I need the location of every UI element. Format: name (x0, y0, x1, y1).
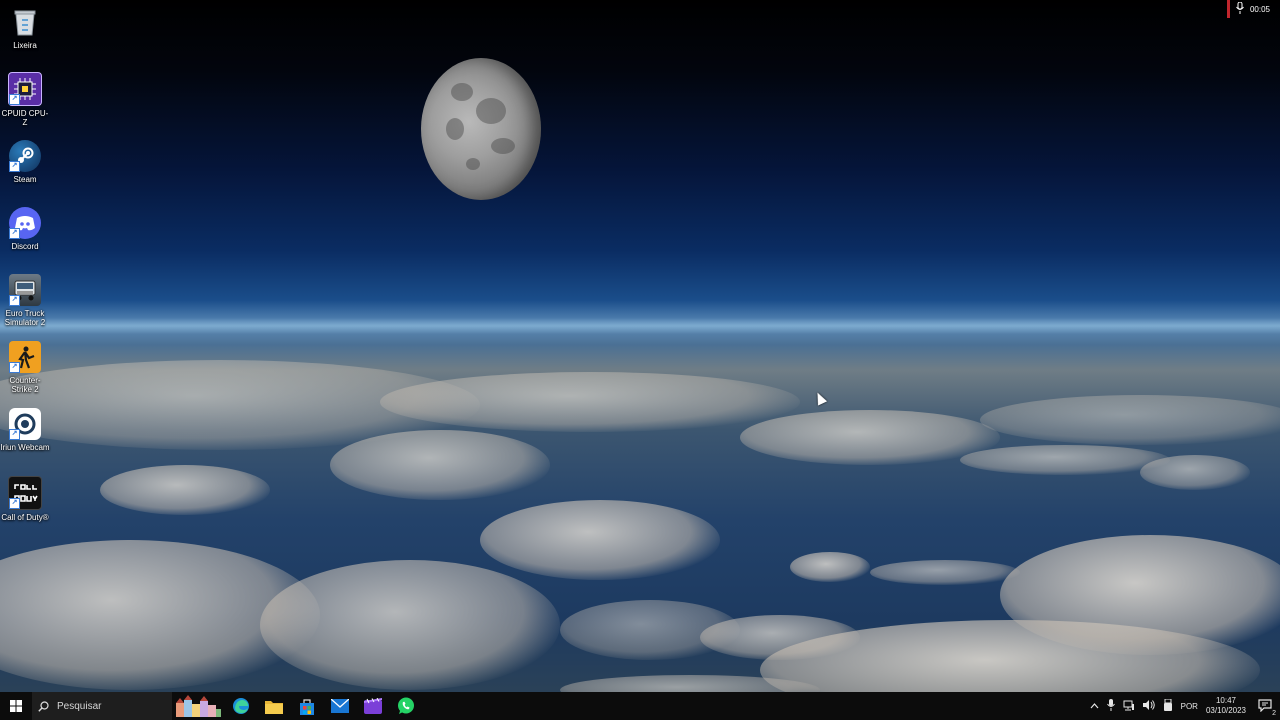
microphone-icon (1236, 1, 1244, 16)
clock-date: 03/10/2023 (1205, 706, 1246, 715)
tray-volume[interactable] (1142, 700, 1155, 712)
search-highlight-button[interactable] (172, 692, 224, 720)
recycle-bin-icon (9, 6, 41, 38)
taskbar-file-explorer[interactable] (257, 692, 290, 720)
discord-icon: ↗ (9, 207, 41, 239)
desktop-icon-steam[interactable]: ↗ Steam (0, 140, 50, 184)
iriun-webcam-icon: ↗ (9, 408, 41, 440)
search-icon (38, 700, 49, 712)
microphone-icon (1106, 699, 1115, 711)
desktop-icon-call-of-duty[interactable]: ↗ Call of Duty® (0, 476, 50, 522)
desktop-icon-counter-strike[interactable]: ↗ Counter-Strike 2 (0, 341, 50, 394)
input-language[interactable]: POR (1181, 702, 1198, 711)
desktop-icon-label: Lixeira (13, 41, 37, 50)
notification-icon (1258, 698, 1272, 712)
taskbar-mail[interactable] (323, 692, 356, 720)
taskbar-whatsapp[interactable] (389, 692, 422, 720)
tray-network[interactable] (1123, 700, 1135, 713)
shortcut-arrow-icon: ↗ (9, 161, 20, 172)
shortcut-arrow-icon: ↗ (9, 429, 20, 440)
taskbar-edge[interactable] (224, 692, 257, 720)
file-explorer-icon (264, 700, 283, 714)
start-button[interactable] (0, 692, 32, 720)
tray-usb[interactable] (1163, 698, 1173, 713)
mouse-pointer-icon (812, 390, 828, 406)
horizon-glow (0, 318, 1280, 334)
notification-badge: 2 (1271, 709, 1277, 717)
recording-indicator: 00:05 (1226, 0, 1280, 18)
show-hidden-icons-button[interactable] (1090, 702, 1099, 711)
desktop-icon-label: CPUID CPU-Z (1, 109, 49, 127)
system-tray: POR 10:47 03/10/2023 2 (1090, 692, 1280, 720)
shortcut-arrow-icon: ↗ (9, 295, 20, 306)
counter-strike-icon: ↗ (9, 341, 41, 373)
shortcut-arrow-icon: ↗ (9, 228, 20, 239)
desktop-icon-recycle-bin[interactable]: Lixeira (0, 6, 50, 50)
clock[interactable]: 10:47 03/10/2023 (1206, 696, 1246, 716)
notification-center-button[interactable]: 2 (1258, 698, 1277, 717)
desktop-icon-discord[interactable]: ↗ Discord (0, 207, 50, 251)
whatsapp-icon (397, 697, 414, 714)
desktop-icon-label: Iriun Webcam (0, 443, 50, 452)
steam-icon: ↗ (9, 140, 41, 172)
desktop-icon-iriun-webcam[interactable]: ↗ Iriun Webcam (0, 408, 50, 452)
tray-microphone[interactable] (1106, 699, 1115, 713)
taskbar-search-box[interactable]: Pesquisar (32, 692, 172, 720)
search-placeholder: Pesquisar (57, 700, 102, 712)
store-icon (299, 698, 314, 715)
taskbar-store[interactable] (290, 692, 323, 720)
shortcut-arrow-icon: ↗ (9, 94, 20, 105)
speaker-icon (1142, 700, 1155, 710)
edge-icon (232, 698, 249, 714)
call-of-duty-icon: ↗ (8, 476, 42, 510)
windows-logo-icon (10, 700, 22, 712)
euro-truck-icon: ↗ (9, 274, 41, 306)
clock-time: 10:47 (1215, 696, 1236, 705)
desktop-icon-label: Discord (11, 242, 39, 251)
shortcut-arrow-icon: ↗ (9, 362, 20, 373)
chevron-up-icon (1090, 702, 1099, 708)
moon (421, 58, 541, 200)
desktop-icon-label: Steam (13, 175, 37, 184)
taskbar: Pesquisar POR 10:47 03/10/2023 2 (0, 692, 1280, 720)
desktop-icon-label: Call of Duty® (1, 513, 49, 522)
network-icon (1123, 700, 1134, 710)
desktop-icon-cpuz[interactable]: ↗ CPUID CPU-Z (0, 72, 50, 127)
desktop-icon-label: Euro Truck Simulator 2 (4, 309, 46, 327)
taskbar-clipchamp[interactable] (356, 692, 389, 720)
search-highlight-town-icon (176, 695, 221, 717)
mail-icon (330, 699, 349, 713)
shortcut-arrow-icon: ↗ (9, 498, 20, 509)
usb-device-icon (1163, 698, 1172, 711)
clipchamp-icon (363, 698, 382, 714)
cpuz-icon: ↗ (8, 72, 42, 106)
desktop: Lixeira ↗ CPUID CPU-Z ↗ Steam ↗ Discord … (0, 0, 1280, 692)
desktop-icon-label: Counter-Strike 2 (9, 376, 41, 394)
desktop-icon-euro-truck[interactable]: ↗ Euro Truck Simulator 2 (0, 274, 50, 327)
recording-timer: 00:05 (1249, 4, 1270, 14)
